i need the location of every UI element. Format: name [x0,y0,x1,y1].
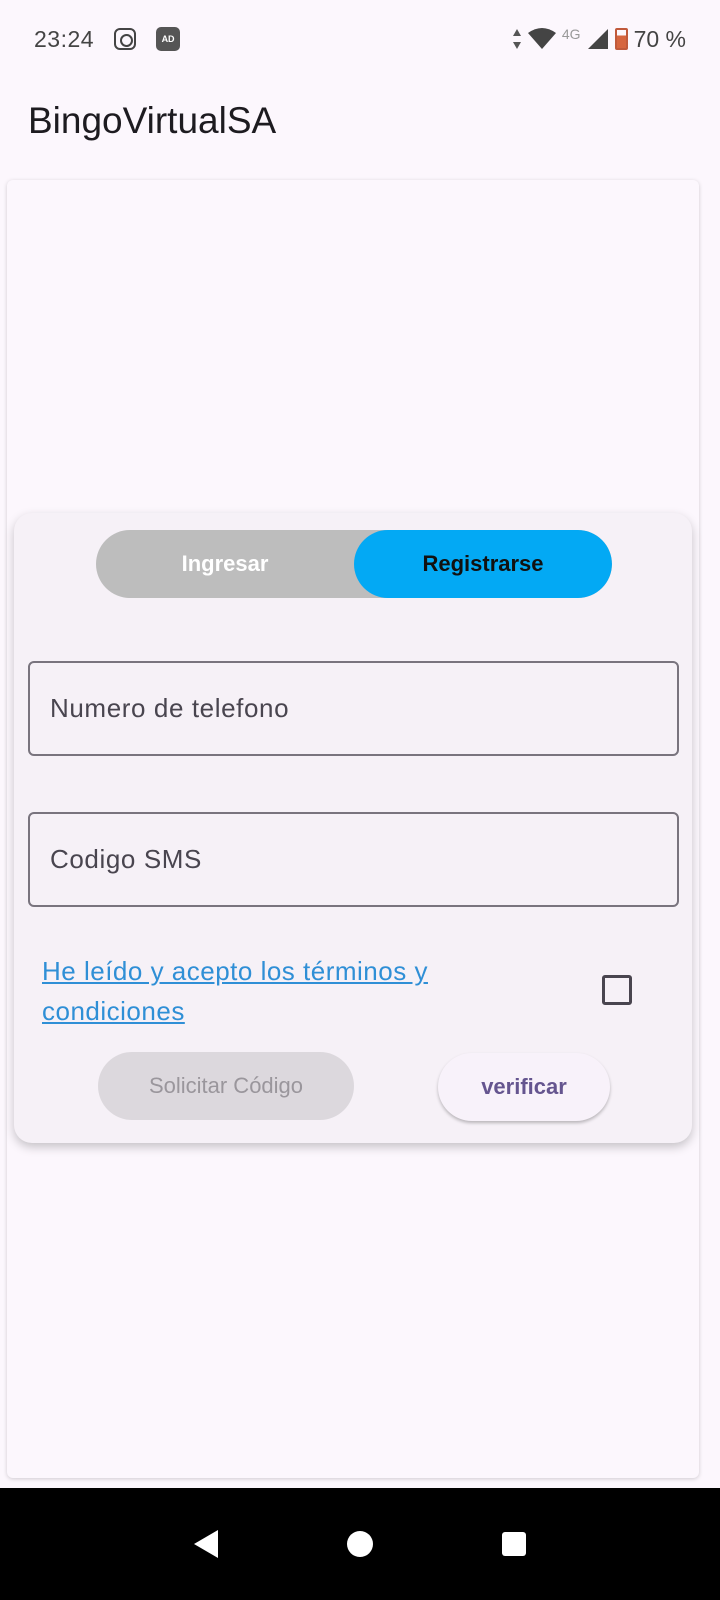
ad-blocker-icon: AD [156,27,181,51]
wifi-icon [527,28,556,49]
phone-input[interactable] [50,693,677,724]
request-code-button[interactable]: Solicitar Código [98,1052,354,1120]
network-type: 4G [561,26,581,42]
status-bar: 23:24 AD 4G 70 % [0,0,720,78]
instagram-icon [114,28,137,50]
signal-icon [587,29,608,49]
terms-checkbox[interactable] [602,975,632,1005]
status-time: 23:24 [34,25,95,52]
back-icon[interactable] [194,1530,219,1558]
battery-icon [614,28,628,50]
auth-mode-toggle: Ingresar Registrarse [96,530,612,598]
app-title: BingoVirtualSA [28,100,277,141]
data-arrows-icon [512,29,521,49]
status-right: 4G 70 % [512,26,686,53]
tab-registrarse[interactable]: Registrarse [354,530,612,598]
auth-form-card: Ingresar Registrarse He leído y acepto l… [14,513,692,1143]
sms-code-input[interactable] [50,844,677,875]
sms-code-field[interactable] [28,812,679,907]
status-left: 23:24 AD [34,25,181,53]
navigation-bar [0,1488,720,1600]
verify-button[interactable]: verificar [438,1053,610,1121]
home-icon[interactable] [346,1531,373,1557]
phone-field[interactable] [28,661,679,756]
battery-percent: 70 % [633,25,686,52]
tab-ingresar[interactable]: Ingresar [96,530,354,598]
recents-icon[interactable] [501,1532,526,1556]
terms-link[interactable]: He leído y acepto los términos y condici… [42,951,502,1031]
